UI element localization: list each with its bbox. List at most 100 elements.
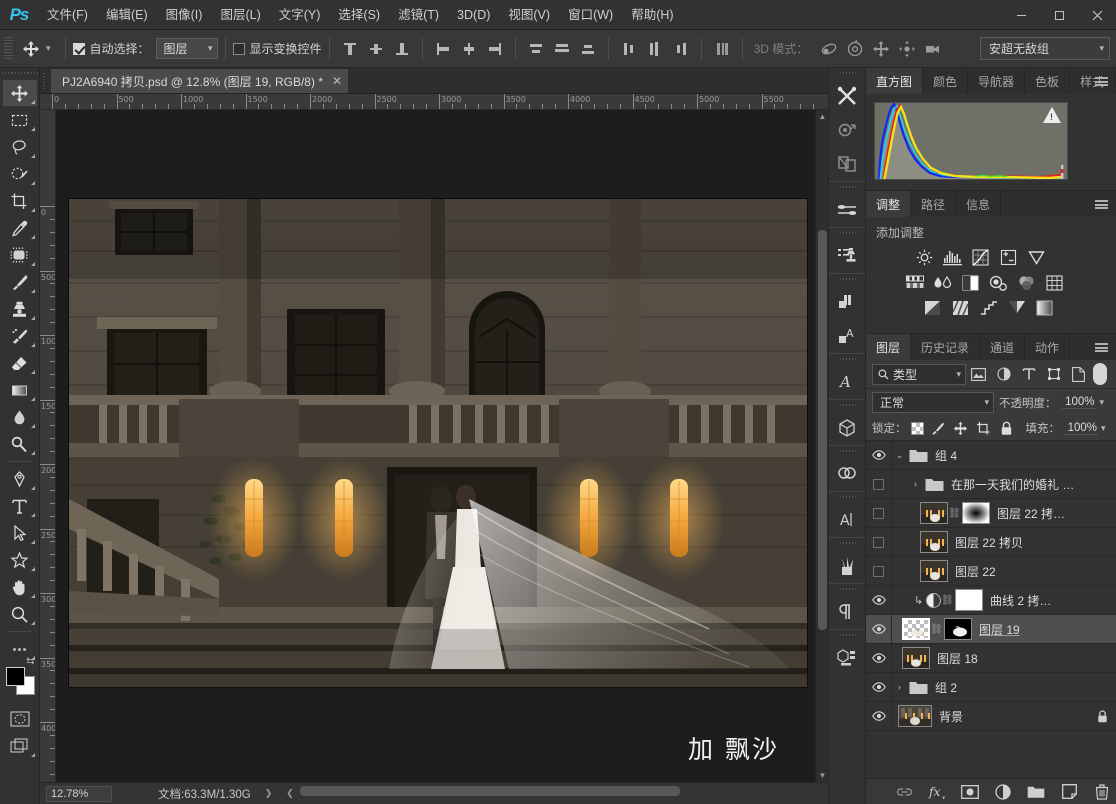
align-bottom-icon[interactable] <box>389 37 415 61</box>
workspace-dropdown[interactable]: 安超无敌组 ▾ <box>980 37 1110 60</box>
tab-paths[interactable]: 路径 <box>911 191 956 217</box>
3d-materials-icon[interactable] <box>829 641 865 675</box>
zoom-level-field[interactable]: 12.78% <box>46 786 112 802</box>
link-mask-icon[interactable]: ⛓ <box>941 595 953 606</box>
close-button[interactable] <box>1078 0 1116 30</box>
tool-eyedropper[interactable] <box>3 215 37 241</box>
roll-3d-icon[interactable] <box>842 37 868 61</box>
color-lookup-icon[interactable] <box>1044 273 1065 292</box>
layer-thumbnail[interactable] <box>902 618 930 640</box>
tool-preset-chevron-icon[interactable]: ▾ <box>46 43 51 54</box>
layer-name[interactable]: 在那一天我们的婚礼 … <box>951 476 1074 493</box>
tool-clone-stamp[interactable] <box>3 296 37 322</box>
close-icon[interactable]: ✕ <box>332 74 342 88</box>
show-transform-checkbox[interactable] <box>233 43 245 55</box>
panel-menu-icon[interactable] <box>1091 68 1111 94</box>
document-tab-grip[interactable] <box>40 67 50 93</box>
group-expand-chevron-icon[interactable]: ⌄ <box>892 450 907 461</box>
link-layers-icon[interactable] <box>895 782 914 801</box>
align-vertical-center-icon[interactable] <box>363 37 389 61</box>
menu-image[interactable]: 图像(I) <box>157 0 212 30</box>
dock-grip-7[interactable] <box>829 446 865 457</box>
gradient-map-icon[interactable] <box>1034 298 1055 317</box>
posterize-icon[interactable] <box>950 298 971 317</box>
tool-type[interactable] <box>3 493 37 519</box>
tab-swatches[interactable]: 色板 <box>1025 68 1070 94</box>
layer-thumbnail[interactable] <box>920 560 948 582</box>
menu-window[interactable]: 窗口(W) <box>559 0 622 30</box>
layer-filter-type-dropdown[interactable]: 类型 ▾ <box>872 364 966 385</box>
distribute-spacing-icon[interactable] <box>709 37 735 61</box>
table-row[interactable]: 背景 <box>866 702 1116 731</box>
align-left-icon[interactable] <box>430 37 456 61</box>
character-icon[interactable]: A <box>829 503 865 537</box>
layer-name[interactable]: 图层 22 拷贝 <box>955 534 1023 551</box>
table-row[interactable]: ⛓ 图层 19 <box>866 615 1116 644</box>
chevron-down-icon[interactable]: ▾ <box>1100 397 1105 408</box>
document-tab[interactable]: PJ2A6940 拷贝.psd @ 12.8% (图层 19, RGB/8) *… <box>50 68 349 93</box>
vibrance-icon[interactable] <box>1026 248 1047 267</box>
tab-history[interactable]: 历史记录 <box>911 334 980 360</box>
tab-adjustments[interactable]: 调整 <box>866 191 911 217</box>
layer-thumbnail[interactable] <box>902 647 930 669</box>
brushes-icon[interactable] <box>829 549 865 583</box>
tab-histogram[interactable]: 直方图 <box>866 68 923 94</box>
uncached-warning-icon[interactable] <box>1043 107 1061 123</box>
tool-blur[interactable] <box>3 404 37 430</box>
layer-name[interactable]: 组 4 <box>935 447 957 464</box>
delete-layer-icon[interactable] <box>1093 782 1112 801</box>
layer-name[interactable]: 图层 22 <box>955 563 996 580</box>
status-collapse-icon[interactable]: ❮ <box>286 788 294 799</box>
tools-cross-icon[interactable] <box>829 79 865 113</box>
align-right-icon[interactable] <box>482 37 508 61</box>
orbit-3d-icon[interactable] <box>816 37 842 61</box>
photo-filter-icon[interactable] <box>988 273 1009 292</box>
tool-hand[interactable] <box>3 574 37 600</box>
dock-grip-5[interactable] <box>829 354 865 365</box>
layer-visibility-toggle[interactable] <box>866 615 892 644</box>
scrollbar-thumb[interactable] <box>818 230 827 630</box>
channel-mixer-icon[interactable] <box>1016 273 1037 292</box>
chevron-down-icon[interactable]: ▾ <box>1101 423 1106 434</box>
tab-layers[interactable]: 图层 <box>866 334 911 360</box>
panel-menu-icon[interactable] <box>1091 191 1111 217</box>
layer-name[interactable]: 图层 18 <box>937 650 978 667</box>
table-row[interactable]: 图层 18 <box>866 644 1116 673</box>
new-layer-icon[interactable] <box>1060 782 1079 801</box>
layer-thumbnail[interactable] <box>920 531 948 553</box>
table-row[interactable]: ↳ ⛓ 曲线 2 拷… <box>866 586 1116 615</box>
selective-color-icon[interactable] <box>1006 298 1027 317</box>
cc-libraries-icon[interactable] <box>829 457 865 491</box>
layer-visibility-toggle[interactable] <box>866 557 892 586</box>
levels-icon[interactable] <box>942 248 963 267</box>
menu-view[interactable]: 视图(V) <box>499 0 559 30</box>
menu-filter[interactable]: 滤镜(T) <box>389 0 448 30</box>
tool-custom-shape[interactable] <box>3 547 37 573</box>
table-row[interactable]: 图层 22 <box>866 557 1116 586</box>
filter-enable-toggle[interactable] <box>1093 363 1107 385</box>
distribute-horizontal-center-icon[interactable] <box>642 37 668 61</box>
layer-visibility-toggle[interactable] <box>866 470 892 499</box>
blend-mode-dropdown[interactable]: 正常 ▾ <box>872 392 994 413</box>
lock-position-icon[interactable] <box>951 419 970 438</box>
hue-saturation-icon[interactable] <box>904 273 925 292</box>
dock-grip-4[interactable] <box>829 274 865 285</box>
link-mask-icon[interactable]: ⛓ <box>948 508 960 519</box>
3d-cube-icon[interactable] <box>829 411 865 445</box>
tab-info[interactable]: 信息 <box>956 191 1001 217</box>
lock-image-icon[interactable] <box>928 419 947 438</box>
dock-grip-8[interactable] <box>829 492 865 503</box>
threshold-icon[interactable] <box>978 298 999 317</box>
distribute-right-icon[interactable] <box>668 37 694 61</box>
layer-thumbnail[interactable] <box>920 502 948 524</box>
layer-visibility-toggle[interactable] <box>866 586 892 615</box>
dock-grip-6[interactable] <box>829 400 865 411</box>
layer-style-fx-icon[interactable]: fx <box>928 782 947 801</box>
foreground-color-swatch[interactable] <box>6 667 25 686</box>
filter-smart-icon[interactable] <box>1066 363 1091 385</box>
tool-eraser[interactable] <box>3 350 37 376</box>
canvas-horizontal-scrollbar[interactable] <box>300 786 680 796</box>
exposure-icon[interactable] <box>998 248 1019 267</box>
lock-all-icon[interactable] <box>997 419 1016 438</box>
notes-icon[interactable]: A <box>829 319 865 353</box>
